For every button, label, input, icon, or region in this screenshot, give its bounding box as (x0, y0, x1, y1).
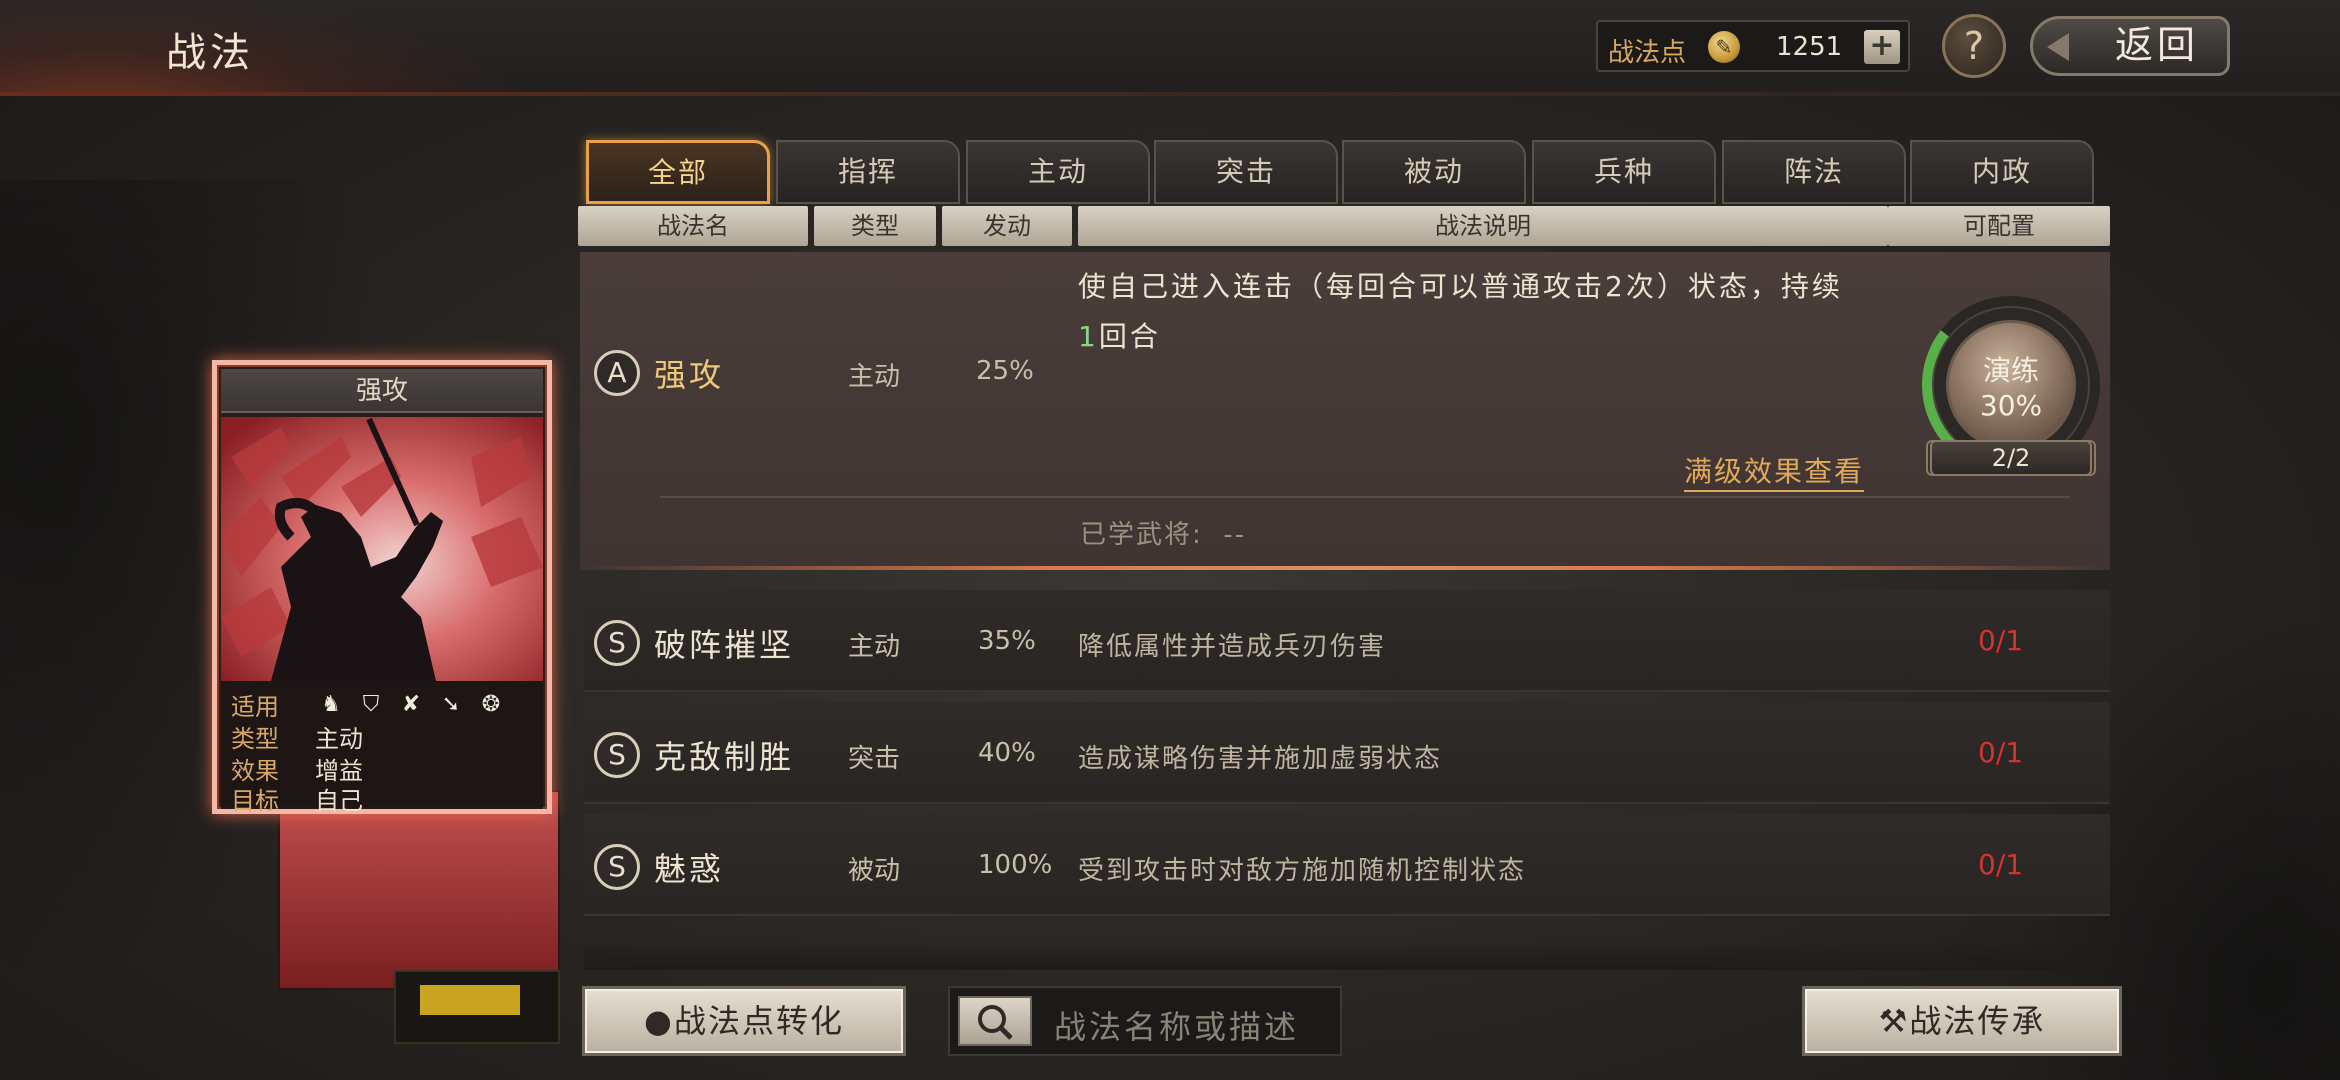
row-divider (660, 496, 2070, 498)
skill-rate: 40% (978, 738, 1036, 768)
column-header-name[interactable]: 战法名 (578, 206, 808, 246)
tab-active[interactable]: 主动 (966, 140, 1150, 204)
table-row[interactable]: S 魅惑 被动 100% 受到攻击时对敌方施加随机控制状态 0/1 (584, 814, 2110, 916)
skill-duration-number: 1 (1078, 320, 1099, 353)
wheel-icon: ❂ (481, 692, 501, 717)
inherit-skill-button[interactable]: ⚒战法传承 (1802, 986, 2122, 1056)
table-header: 战法名 类型 发动 战法说明 可配置 (578, 206, 2110, 248)
archer-icon: ✘ (401, 692, 421, 717)
grade-badge: S (594, 844, 640, 890)
skill-name: 破阵摧坚 (654, 626, 795, 664)
grade-badge: S (594, 620, 640, 666)
skill-rate: 100% (978, 850, 1053, 880)
learned-generals: 已学武将: -- (1080, 514, 1246, 551)
learned-generals-label: 已学武将: (1080, 520, 1203, 550)
card-stack-back (278, 790, 560, 990)
skill-type: 主动 (848, 362, 901, 392)
search-placeholder: 战法名称或描述 (1054, 1008, 1300, 1046)
search-icon (978, 1005, 1013, 1040)
table-row[interactable]: S 克敌制胜 突击 40% 造成谋略伤害并施加虚弱状态 0/1 (584, 702, 2110, 804)
practice-count: 2/2 (1930, 440, 2092, 476)
tab-formation[interactable]: 阵法 (1722, 140, 1906, 204)
back-button-label: 返回 (2114, 23, 2199, 67)
tab-troop[interactable]: 兵种 (1532, 140, 1716, 204)
skill-description: 使自己进入连击（每回合可以普通攻击2次）状态，持续 1回合 (1078, 262, 1898, 362)
skill-name: 克敌制胜 (654, 738, 795, 776)
convert-points-label: 战法点转化 (673, 1002, 844, 1040)
inherit-skill-label: 战法传承 (1909, 1002, 2046, 1040)
grade-badge: A (594, 350, 640, 396)
tab-all[interactable]: 全部 (586, 140, 770, 204)
tab-command[interactable]: 指挥 (776, 140, 960, 204)
skill-description: 受到攻击时对敌方施加随机控制状态 (1078, 856, 1527, 886)
skill-rate: 25% (976, 356, 1034, 386)
card-type-key: 类型 (231, 725, 279, 753)
skill-description: 降低属性并造成兵刃伤害 (1078, 632, 1387, 662)
top-bar-glow (0, 0, 520, 96)
search-input[interactable]: 战法名称或描述 (948, 986, 1342, 1056)
tab-internal[interactable]: 内政 (1910, 140, 2094, 204)
practice-label: 演练 (1982, 354, 2039, 387)
card-type-value: 主动 (315, 725, 363, 753)
practice-percent: 30% (1979, 389, 2043, 422)
tab-assault[interactable]: 突击 (1154, 140, 1338, 204)
card-title: 强攻 (221, 369, 543, 413)
card-info-panel: 适用 ♞ ⛉ ✘ ➘ ❂ 类型 主动 效果 增益 目标 自己 (221, 681, 543, 815)
card-target-value: 自己 (315, 787, 363, 815)
convert-points-button[interactable]: ●战法点转化 (582, 986, 906, 1056)
selected-row-highlight (580, 566, 2110, 570)
practice-button[interactable]: 演练 30% (1946, 320, 2076, 450)
skill-name: 魅惑 (654, 850, 725, 888)
skill-type: 主动 (848, 632, 901, 662)
top-bar-divider (0, 92, 2340, 96)
category-tabs: 全部 指挥 主动 突击 被动 兵种 阵法 内政 (586, 140, 2096, 204)
back-button[interactable]: 返回 (2030, 16, 2230, 76)
troop-type-icons: ♞ ⛉ ✘ ➘ ❂ (315, 689, 535, 717)
search-button[interactable] (958, 996, 1032, 1046)
skill-description-text-end: 回合 (1098, 320, 1161, 353)
learned-generals-value: -- (1223, 520, 1247, 550)
configurable-count: 0/1 (1978, 624, 2024, 657)
card-illustration (221, 417, 543, 681)
help-button[interactable]: ? (1942, 14, 2006, 78)
column-header-type[interactable]: 类型 (814, 206, 936, 246)
add-points-button[interactable]: + (1864, 30, 1900, 64)
column-header-trigger[interactable]: 发动 (942, 206, 1072, 246)
skill-type: 突击 (848, 744, 901, 774)
list-scroll-fade (584, 940, 2110, 970)
tab-passive[interactable]: 被动 (1342, 140, 1526, 204)
grade-badge: S (594, 732, 640, 778)
configurable-count: 0/1 (1978, 848, 2024, 881)
skill-name: 强攻 (654, 356, 725, 394)
skill-points-coin-icon: ✎ (1708, 31, 1740, 63)
page-title: 战法 (166, 30, 254, 76)
skill-rate: 35% (978, 626, 1036, 656)
view-max-level-link[interactable]: 满级效果查看 (1684, 450, 1865, 492)
column-header-configurable[interactable]: 可配置 (1888, 206, 2110, 246)
configurable-count: 0/1 (1978, 736, 2024, 769)
card-applies-key: 适用 (231, 693, 279, 721)
table-row[interactable]: S 破阵摧坚 主动 35% 降低属性并造成兵刃伤害 0/1 (584, 590, 2110, 692)
skill-points-value: 1251 (1776, 32, 1843, 62)
skill-description: 造成谋略伤害并施加虚弱状态 (1078, 744, 1443, 774)
column-header-description: 战法说明 (1078, 206, 1888, 246)
card-target-key: 目标 (231, 787, 279, 815)
back-arrow-icon (2047, 33, 2069, 61)
card-stack-banner (420, 985, 520, 1015)
spear-icon: ➘ (441, 692, 461, 717)
droplet-icon: ● (644, 1002, 674, 1040)
hammer-icon: ⚒ (1878, 1002, 1910, 1040)
shield-icon: ⛉ (362, 692, 380, 717)
skill-type: 被动 (848, 856, 901, 886)
skill-card: 强攻 适用 ♞ ⛉ ✘ ➘ ❂ 类型 主动 效果 增益 目标 自己 (212, 360, 552, 815)
skill-points-label: 战法点 (1608, 38, 1687, 68)
skill-description-text: 使自己进入连击（每回合可以普通攻击2次）状态，持续 (1078, 270, 1843, 303)
skill-points-display: 战法点 ✎ 1251 + (1596, 20, 1910, 72)
cavalry-icon: ♞ (321, 692, 341, 717)
